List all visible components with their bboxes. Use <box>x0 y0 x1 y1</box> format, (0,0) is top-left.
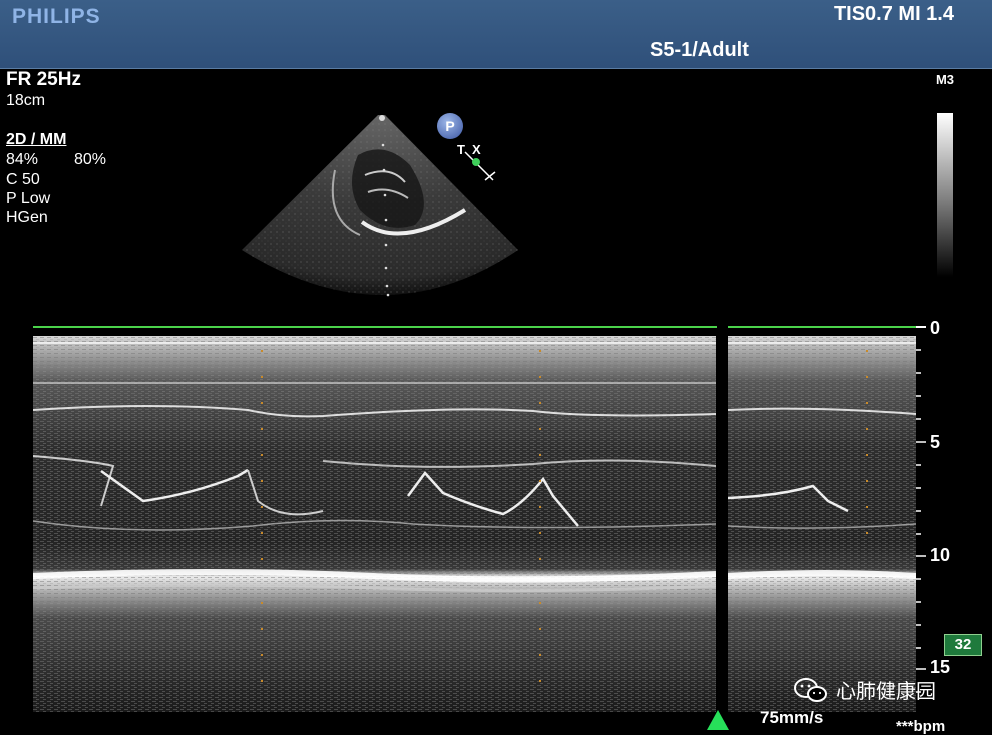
transducer-orientation-icon: T X <box>457 142 496 181</box>
svg-text:T: T <box>457 142 465 157</box>
map-label: M3 <box>935 72 954 87</box>
depth-label-5: 5 <box>930 432 941 452</box>
grayscale-bar <box>937 113 953 277</box>
frame-rate: FR 25Hz <box>6 69 81 90</box>
depth-label-0: 0 <box>930 318 941 338</box>
gain-2d: 84% <box>6 151 39 168</box>
gain-mm: 80% <box>74 151 107 168</box>
p-badge-icon: P <box>437 113 463 139</box>
value-badge: 32 <box>944 634 982 656</box>
svg-text:X: X <box>472 142 481 157</box>
sweep-marker-icon <box>707 710 729 730</box>
mmode-trace-main <box>33 336 716 712</box>
wechat-icon <box>794 678 827 702</box>
brand-logo: PHILIPS <box>12 5 101 28</box>
persistence-value: P Low <box>6 190 51 207</box>
mode-label: 2D / MM <box>6 131 67 148</box>
depth-value: 18cm <box>6 92 46 109</box>
depth-label-10: 10 <box>930 545 951 565</box>
probe-preset: S5-1/Adult <box>650 39 749 61</box>
mmode-trace-right <box>728 336 916 712</box>
tis-mi-readout: TIS0.7 MI 1.4 <box>833 3 954 25</box>
watermark-text: 心肺健康园 <box>836 681 936 703</box>
header-bar: PHILIPS TIS0.7 MI 1.4 S5-1/Adult <box>0 0 992 69</box>
compression-value: C 50 <box>6 171 40 188</box>
sweep-speed: 75mm/s <box>760 708 824 727</box>
harmonic-value: HGen <box>6 209 48 226</box>
heart-rate: ***bpm <box>896 718 946 735</box>
mmode-top-line-left <box>33 326 717 328</box>
sweep-divider <box>719 326 725 712</box>
mmode-top-line-right <box>728 326 916 328</box>
